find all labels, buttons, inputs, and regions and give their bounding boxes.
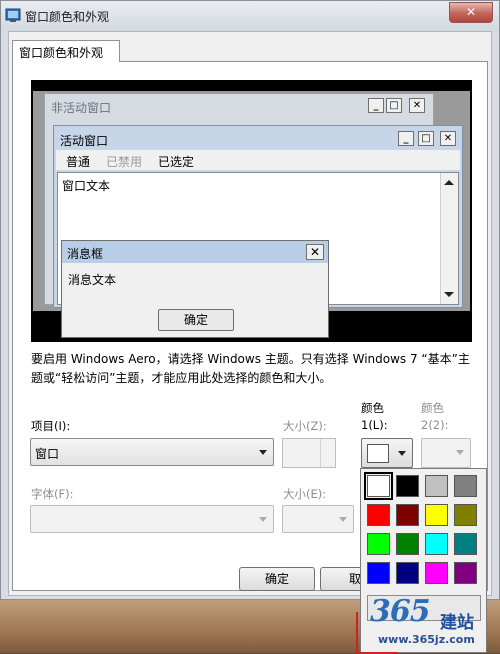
color2-label-line1: 颜色 <box>421 401 444 415</box>
watermark-cn: 建站 <box>440 613 474 633</box>
message-box-title: 消息框 <box>67 247 104 261</box>
active-window-title: 活动窗口 <box>60 134 109 148</box>
watermark-url: www.365jz.com <box>378 633 475 646</box>
color-swatch[interactable] <box>454 562 477 584</box>
color1-button[interactable] <box>361 438 413 468</box>
color-swatch[interactable] <box>425 475 448 497</box>
preview-scrollbar[interactable] <box>440 173 458 304</box>
inactive-close-icon: ✕ <box>409 98 425 113</box>
title-bar[interactable]: 窗口颜色和外观 ✕ <box>1 1 499 31</box>
item-select[interactable]: 窗口 <box>30 438 274 466</box>
color1-label-line1: 颜色 <box>361 401 384 415</box>
chevron-down-icon <box>398 451 406 456</box>
color-swatch[interactable] <box>396 533 419 555</box>
active-minimize-icon: _ <box>398 131 414 146</box>
message-box-ok-button[interactable]: 确定 <box>158 309 234 331</box>
tab-window-color-appearance[interactable]: 窗口颜色和外观 <box>12 40 120 62</box>
font-label: 字体(F): <box>31 487 74 501</box>
item-label: 项目(I): <box>31 419 71 433</box>
spin-down-icon[interactable] <box>320 453 335 467</box>
menu-selected[interactable]: 已选定 <box>158 153 194 170</box>
chevron-down-icon <box>339 517 347 522</box>
color-swatch[interactable] <box>454 504 477 526</box>
color1-label-line2: 1(L): <box>361 418 388 432</box>
preview-menu-bar: 普通 已禁用 已选定 <box>56 150 460 170</box>
active-maximize-icon: □ <box>418 131 434 146</box>
color-swatch[interactable] <box>367 533 390 555</box>
color-swatch[interactable] <box>396 475 419 497</box>
color-swatch[interactable] <box>425 504 448 526</box>
active-close-icon: ✕ <box>440 131 456 146</box>
chevron-down-icon <box>259 450 267 455</box>
size1-label: 大小(Z): <box>283 419 327 433</box>
window-app-icon <box>5 8 21 22</box>
window-close-button[interactable]: ✕ <box>449 2 493 23</box>
color-swatch[interactable] <box>454 475 477 497</box>
color-swatch[interactable] <box>425 533 448 555</box>
message-text: 消息文本 <box>68 273 117 287</box>
chevron-down-icon <box>456 450 464 455</box>
menu-disabled[interactable]: 已禁用 <box>106 153 142 170</box>
menu-normal[interactable]: 普通 <box>66 153 90 170</box>
spin-up-icon[interactable] <box>320 439 335 453</box>
watermark-number: 365 <box>370 594 431 629</box>
size2-label: 大小(E): <box>283 487 327 501</box>
color2-button[interactable] <box>421 438 471 468</box>
color-swatch[interactable] <box>367 562 390 584</box>
color1-swatch <box>367 444 389 463</box>
message-box-titlebar: 消息框 ✕ <box>62 241 328 263</box>
size1-spinner[interactable] <box>282 438 336 468</box>
scroll-down-icon[interactable] <box>444 292 454 297</box>
preview-message-box[interactable]: 消息框 ✕ 消息文本 确定 <box>61 240 329 338</box>
chevron-down-icon <box>259 517 267 522</box>
color-swatch[interactable] <box>396 562 419 584</box>
scroll-up-icon[interactable] <box>444 180 454 185</box>
inactive-window-title: 非活动窗口 <box>51 101 112 115</box>
color-swatch[interactable] <box>396 504 419 526</box>
inactive-maximize-icon: □ <box>386 98 402 113</box>
color2-label-line2: 2(2): <box>421 418 449 432</box>
inactive-minimize-icon: _ <box>368 98 384 113</box>
aero-note: 要启用 Windows Aero，请选择 Windows 主题。只有选择 Win… <box>31 352 470 385</box>
color-swatch[interactable] <box>364 472 393 500</box>
color-swatch[interactable] <box>425 562 448 584</box>
message-box-close-icon: ✕ <box>306 244 324 260</box>
font-select[interactable] <box>30 505 274 533</box>
site-watermark: 365 建站 www.365jz.com <box>356 592 500 654</box>
color-swatch[interactable] <box>367 504 390 526</box>
color-swatch[interactable] <box>454 533 477 555</box>
window-title: 窗口颜色和外观 <box>25 10 110 24</box>
ok-button[interactable]: 确定 <box>239 567 315 591</box>
window-text: 窗口文本 <box>62 179 111 193</box>
item-select-value: 窗口 <box>35 447 60 461</box>
font-size-select[interactable] <box>282 505 354 533</box>
